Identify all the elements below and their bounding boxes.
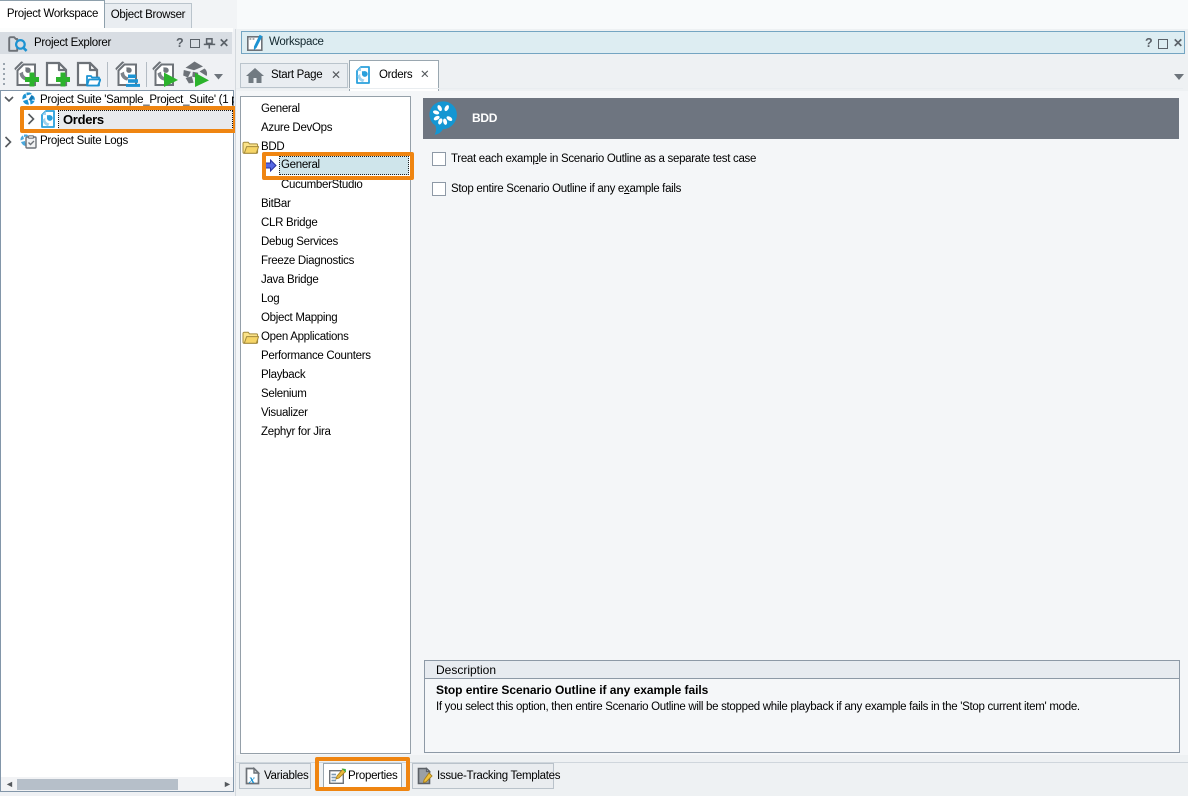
svg-text:x: x [248,772,255,785]
